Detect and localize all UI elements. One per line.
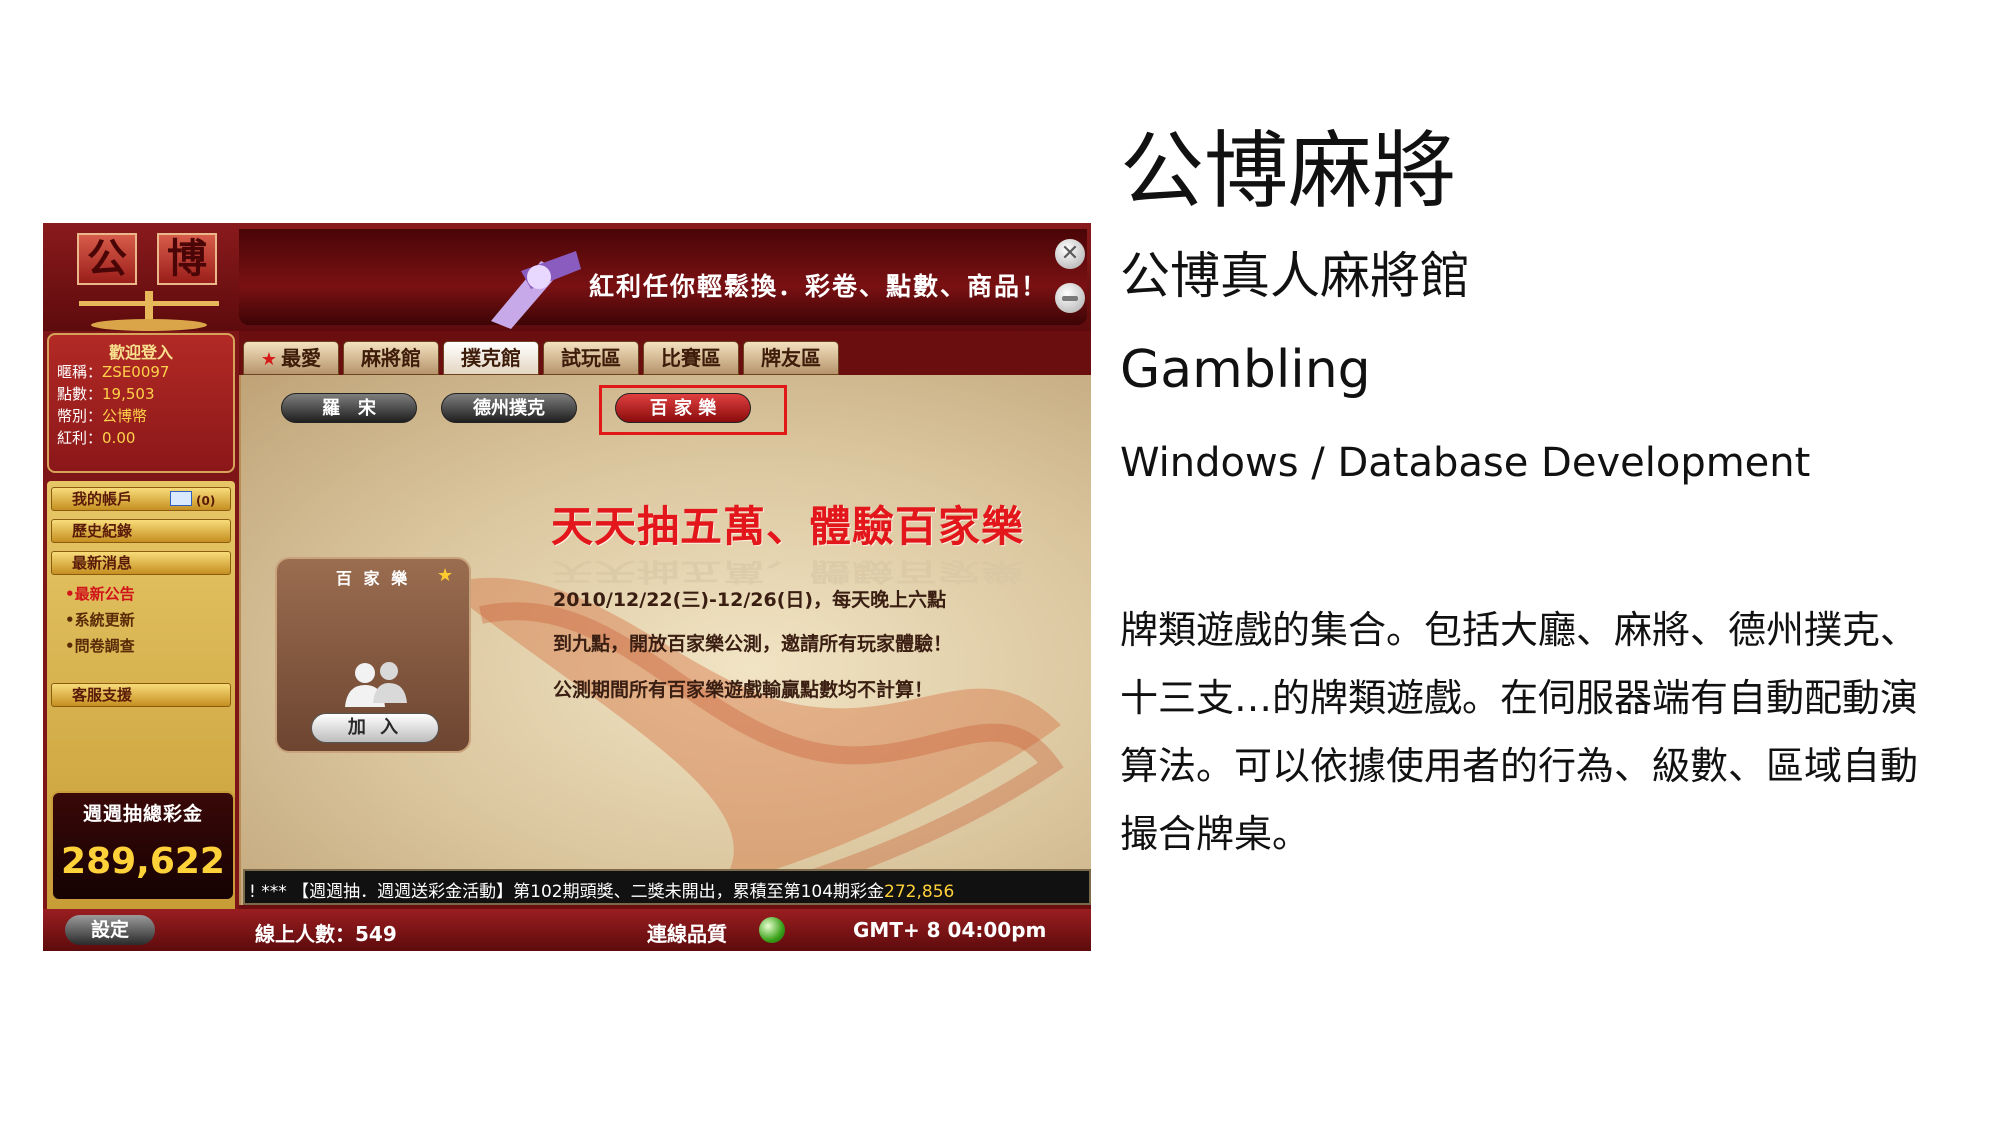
star-icon: ★ bbox=[437, 565, 454, 586]
news-survey[interactable]: •問卷調查 bbox=[65, 635, 135, 656]
menu-history[interactable]: 歷史紀錄 bbox=[51, 519, 231, 543]
project-subtitle: 公博真人麻將館 bbox=[1120, 247, 1470, 305]
project-info: 公博麻將 公博真人麻將館 Gambling Windows / Database… bbox=[1120, 0, 1980, 1125]
promo-line-1: 2010/12/22(三)-12/26(日)，每天晚上六點 bbox=[553, 589, 947, 611]
bonus-value: 0.00 bbox=[102, 429, 136, 447]
points-value: 19,503 bbox=[102, 385, 155, 403]
jackpot-title: 週週抽總彩金 bbox=[82, 803, 203, 825]
minimize-icon[interactable] bbox=[1055, 283, 1085, 313]
menu-my-account-label: 我的帳戶 bbox=[72, 490, 133, 508]
users-icon bbox=[345, 662, 407, 707]
star-icon: ★ bbox=[260, 349, 278, 370]
banner-text: 紅利任你輕鬆換．彩卷、點數、商品！ bbox=[589, 272, 1049, 301]
logo: 公 博 bbox=[49, 229, 231, 341]
points-row: 點數：19,503 bbox=[57, 383, 155, 404]
tab-trial[interactable]: 試玩區 bbox=[543, 341, 639, 375]
join-button[interactable]: 加 入 bbox=[311, 713, 439, 743]
welcome-panel: 歡迎登入 暱稱：ZSE0097 點數：19,503 幣別：公博幣 紅利：0.00 bbox=[47, 333, 235, 473]
header: 公 博 紅利任你輕鬆換．彩卷、點數、商品！ ✕ bbox=[43, 223, 1091, 331]
ribbon-icon bbox=[491, 251, 581, 329]
currency-row: 幣別：公博幣 bbox=[57, 405, 147, 426]
close-icon[interactable]: ✕ bbox=[1055, 239, 1085, 269]
bonus-label: 紅利： bbox=[57, 429, 103, 447]
content-panel: 羅 宋 德州撲克 百 家 樂 天天抽五萬、體驗百家樂 天天抽五萬、體驗百家樂 2… bbox=[239, 375, 1091, 905]
nickname-row: 暱稱：ZSE0097 bbox=[57, 361, 169, 382]
promo-banner[interactable]: 紅利任你輕鬆換．彩卷、點數、商品！ bbox=[239, 229, 1087, 329]
ticker-message: ! *** 【週週抽．週週送彩金活動】第102期頭獎、二獎未開出，累積至第104… bbox=[249, 882, 885, 902]
nickname-label: 暱稱： bbox=[57, 363, 103, 381]
currency-value: 公博幣 bbox=[102, 407, 148, 425]
subtab-texas-holdem[interactable]: 德州撲克 bbox=[441, 393, 577, 423]
ticker-text: ! *** 【週週抽．週週送彩金活動】第102期頭獎、二獎未開出，累積至第104… bbox=[249, 877, 954, 902]
menu-news[interactable]: 最新消息 bbox=[51, 551, 231, 575]
menu-my-account[interactable]: 我的帳戶 (0) bbox=[51, 487, 231, 511]
project-description: 牌類遊戲的集合。包括大廳、麻將、德州撲克、十三支…的牌類遊戲。在伺服器端有自動配… bbox=[1120, 608, 1919, 856]
points-label: 點數： bbox=[57, 385, 103, 403]
selection-highlight bbox=[599, 385, 787, 435]
jackpot-amount: 289,622 bbox=[61, 841, 225, 882]
game-card-baccarat[interactable]: 百 家 樂 ★ 加 入 bbox=[275, 557, 471, 753]
news-latest[interactable]: •最新公告 bbox=[65, 583, 135, 604]
logo-char-1: 公 bbox=[77, 233, 137, 285]
online-count: 線上人數：549 bbox=[255, 922, 397, 946]
game-client-screenshot: 公 博 紅利任你輕鬆換．彩卷、點數、商品！ ✕ 歡迎登入 暱稱：ZSE0097 … bbox=[43, 223, 1091, 951]
tab-mahjong[interactable]: 麻將館 bbox=[343, 341, 439, 375]
currency-label: 幣別： bbox=[57, 407, 103, 425]
promo-title: 天天抽五萬、體驗百家樂 bbox=[551, 502, 1025, 551]
news-ticker: ! *** 【週週抽．週週送彩金活動】第102期頭獎、二獎未開出，累積至第104… bbox=[243, 869, 1091, 905]
promo-line-3: 公測期間所有百家樂遊戲輸贏點數均不計算！ bbox=[553, 679, 934, 701]
tab-favorites[interactable]: ★ 最愛 bbox=[243, 341, 339, 375]
tab-competition[interactable]: 比賽區 bbox=[643, 341, 739, 375]
jackpot-panel: 週週抽總彩金 289,622 bbox=[51, 791, 235, 901]
settings-button[interactable]: 設定 bbox=[65, 915, 155, 945]
project-title: 公博麻將 bbox=[1120, 122, 1457, 220]
news-system-update[interactable]: •系統更新 bbox=[65, 609, 135, 630]
bonus-row: 紅利：0.00 bbox=[57, 427, 135, 448]
connection-quality-label: 連線品質 bbox=[647, 922, 727, 946]
project-tech: Windows / Database Development bbox=[1120, 440, 1811, 486]
tab-friends[interactable]: 牌友區 bbox=[743, 341, 839, 375]
welcome-title: 歡迎登入 bbox=[108, 343, 173, 362]
promo-line-2: 到九點，開放百家樂公測，邀請所有玩家體驗！ bbox=[553, 633, 953, 655]
mail-count: (0) bbox=[196, 494, 216, 508]
ticker-amount: 272,856 bbox=[884, 882, 955, 902]
nickname-value: ZSE0097 bbox=[102, 363, 170, 381]
tab-favorites-label: 最愛 bbox=[281, 346, 322, 370]
tab-poker[interactable]: 撲克館 bbox=[443, 341, 539, 375]
sidebar: 歡迎登入 暱稱：ZSE0097 點數：19,503 幣別：公博幣 紅利：0.00… bbox=[43, 331, 239, 951]
subtab-russian[interactable]: 羅 宋 bbox=[281, 393, 417, 423]
status-bar: 設定 線上人數：549 連線品質 GMT+ 8 04:00pm bbox=[43, 909, 1091, 951]
menu-support[interactable]: 客服支援 bbox=[51, 683, 231, 707]
project-category: Gambling bbox=[1120, 340, 1371, 400]
logo-char-2: 博 bbox=[157, 233, 217, 285]
connection-status-icon bbox=[759, 917, 785, 943]
mail-icon bbox=[170, 491, 192, 506]
scale-icon bbox=[79, 291, 219, 331]
clock: GMT+ 8 04:00pm bbox=[853, 918, 1047, 942]
